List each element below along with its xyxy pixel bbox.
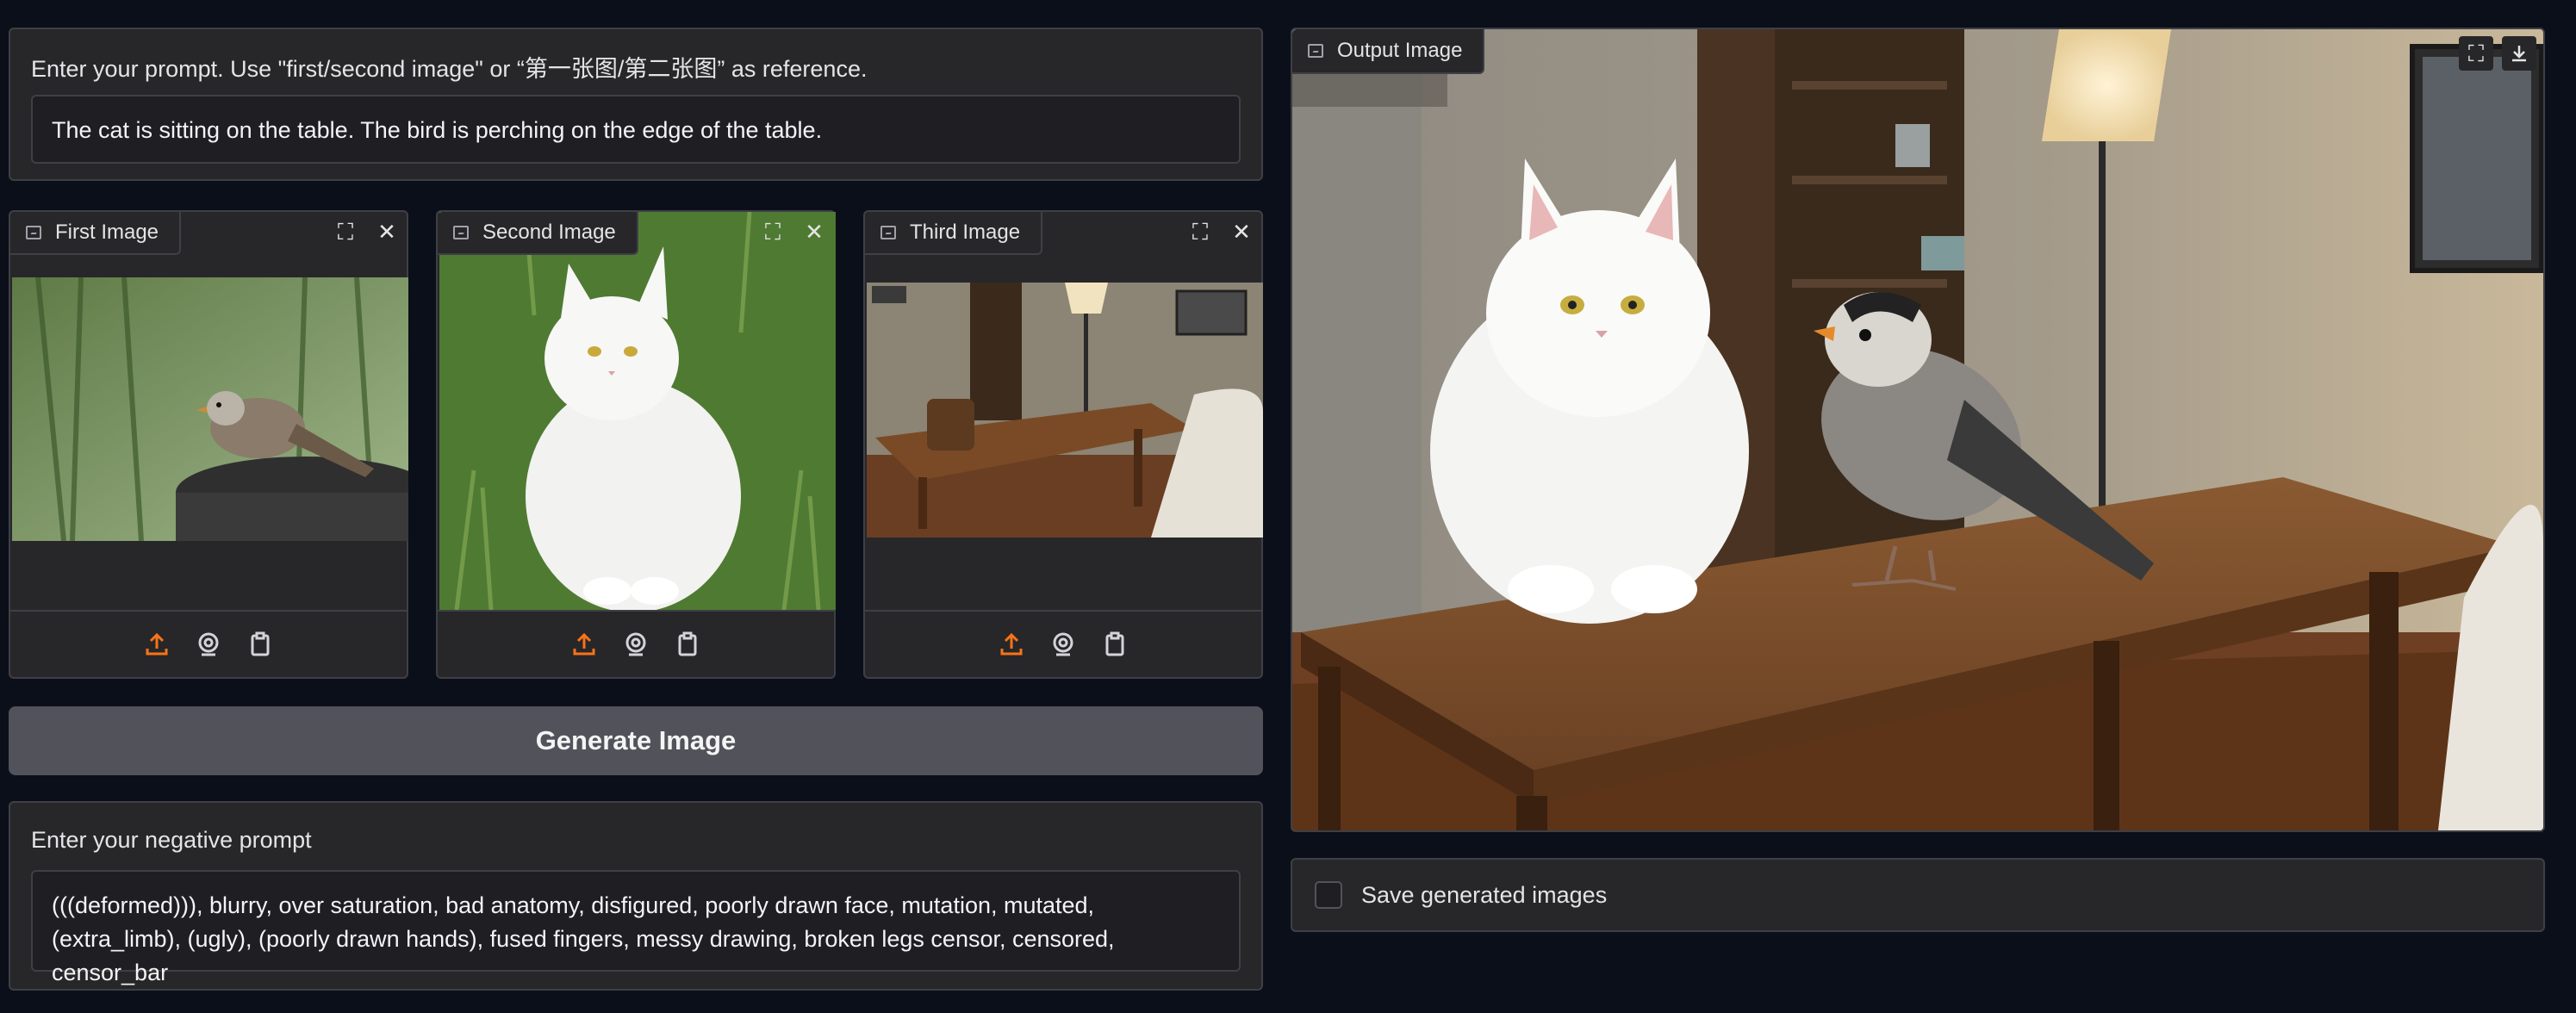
clipboard-icon[interactable]	[1100, 630, 1129, 659]
output-image-label: Output Image	[1337, 39, 1463, 62]
close-icon[interactable]: ✕	[801, 219, 827, 245]
output-image-render	[1292, 29, 2543, 830]
first-image-label: First Image	[55, 221, 159, 244]
clipboard-icon[interactable]	[673, 630, 702, 659]
prompt-label: Enter your prompt. Use "first/second ima…	[31, 56, 868, 82]
second-image-label: Second Image	[482, 221, 616, 244]
save-images-checkbox[interactable]	[1315, 881, 1342, 909]
negative-prompt-input[interactable]: (((deformed))), blurry, over saturation,…	[31, 870, 1241, 985]
prompt-panel: Enter your prompt. Use "first/second ima…	[9, 28, 1263, 181]
first-image-preview	[12, 277, 408, 541]
save-images-label: Save generated images	[1361, 881, 1608, 908]
third-image-tag: Third Image	[865, 212, 1043, 255]
close-icon[interactable]: ✕	[374, 219, 400, 245]
upload-icon[interactable]	[569, 630, 599, 659]
second-image-upload[interactable]: Second Image ⛶ ✕	[436, 210, 836, 679]
output-image-tag: Output Image	[1292, 29, 1485, 74]
first-image-upload[interactable]: First Image ⛶ ✕	[9, 210, 408, 679]
fullscreen-icon[interactable]: ⛶	[333, 219, 358, 245]
third-image-preview	[867, 283, 1263, 538]
image-icon	[880, 226, 896, 239]
upload-icon[interactable]	[142, 630, 171, 659]
output-image-panel: Output Image ⛶	[1291, 28, 2545, 832]
upload-icon[interactable]	[997, 630, 1026, 659]
third-image-label: Third Image	[910, 221, 1021, 244]
download-icon[interactable]	[2502, 36, 2536, 71]
second-image-toolbar	[438, 610, 834, 677]
fullscreen-icon[interactable]: ⛶	[1187, 219, 1213, 245]
generate-image-button[interactable]: Generate Image	[9, 706, 1263, 775]
first-image-tag: First Image	[10, 212, 182, 255]
image-icon	[26, 226, 41, 239]
webcam-icon[interactable]	[621, 630, 650, 659]
webcam-icon[interactable]	[1048, 630, 1078, 659]
fullscreen-icon[interactable]: ⛶	[760, 219, 786, 245]
third-image-upload[interactable]: Third Image ⛶ ✕	[863, 210, 1263, 679]
image-icon	[453, 226, 469, 239]
prompt-input[interactable]: The cat is sitting on the table. The bir…	[31, 95, 1241, 164]
fullscreen-icon[interactable]: ⛶	[2459, 36, 2493, 71]
negative-prompt-panel: Enter your negative prompt (((deformed))…	[9, 801, 1263, 991]
second-image-tag: Second Image	[438, 212, 638, 255]
third-image-toolbar	[865, 610, 1261, 677]
first-image-toolbar	[10, 610, 407, 677]
clipboard-icon[interactable]	[246, 630, 275, 659]
webcam-icon[interactable]	[194, 630, 223, 659]
save-images-row[interactable]: Save generated images	[1291, 858, 2545, 932]
close-icon[interactable]: ✕	[1229, 219, 1254, 245]
negative-prompt-label: Enter your negative prompt	[31, 827, 312, 853]
second-image-preview	[439, 212, 836, 610]
image-icon	[1308, 44, 1323, 58]
